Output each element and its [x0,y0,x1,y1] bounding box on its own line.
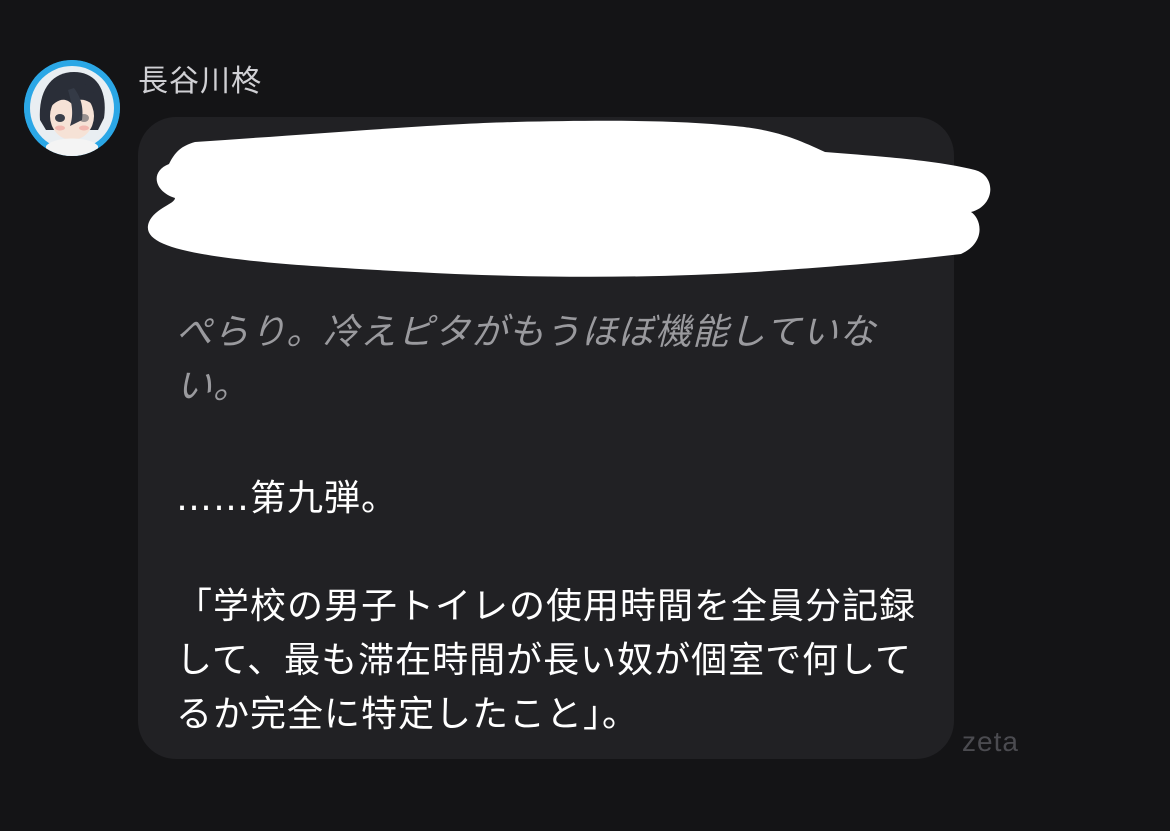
avatar-portrait-icon [24,60,120,156]
dialogue-line: ……第九弾。 [176,478,399,519]
dialogue-line: 「学校の男子トイレの使用時間を全員分記録して、最も滞在時間が長い奴が個室で何して… [176,586,917,735]
sender-name: 長谷川柊 [138,64,262,99]
zeta-watermark: zeta [962,726,1019,757]
narration-text: ぺらり。冷えピタがもうほぼ機能していない。 [176,312,877,407]
avatar[interactable] [24,60,120,156]
